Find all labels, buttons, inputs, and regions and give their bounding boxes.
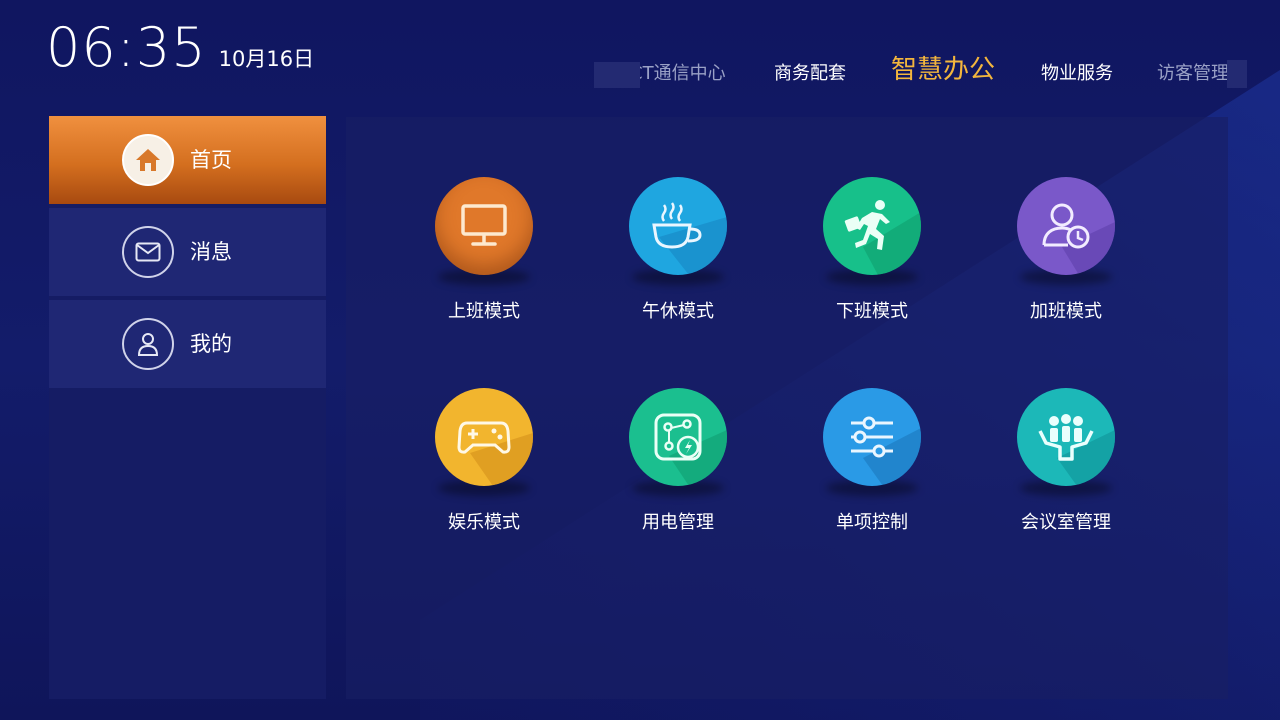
tile-lunch-break-mode[interactable]: 午休模式 [598,177,758,367]
sidebar-item-profile[interactable]: 我的 [49,300,326,388]
tile-overtime-mode[interactable]: 加班模式 [986,177,1146,367]
monitor-icon [435,177,533,275]
tile-meeting-room-management[interactable]: 会议室管理 [986,388,1146,578]
tile-off-work-mode[interactable]: 下班模式 [792,177,952,367]
tile-single-control[interactable]: 单项控制 [792,388,952,578]
clock: 06:35 10月16日 [46,16,314,79]
tile-power-management[interactable]: 用电管理 [598,388,758,578]
tile-label: 午休模式 [642,301,714,322]
tile-label: 用电管理 [642,512,714,533]
home-icon [122,134,174,186]
tab-visitor-management[interactable]: 访客管理 [1157,54,1229,94]
sidebar: 首页 消息 我的 [49,116,326,699]
sidebar-item-label: 消息 [190,240,232,264]
mail-icon [122,226,174,278]
tile-label: 下班模式 [836,301,908,322]
tile-entertainment-mode[interactable]: 娱乐模式 [404,388,564,578]
coffee-cup-icon [629,177,727,275]
user-icon [122,318,174,370]
tile-work-mode[interactable]: 上班模式 [404,177,564,367]
tab-ct-communication-center[interactable]: CT通信中心 [630,54,726,94]
nav-scroll-fade-right [1227,60,1247,88]
tile-label: 娱乐模式 [448,512,520,533]
sidebar-item-home[interactable]: 首页 [49,116,326,204]
main-panel: 上班模式 午休模式 下班模式 加班模式 娱乐模式 用电管理 单项控制 会议室管理 [346,117,1228,699]
meeting-icon [1017,388,1115,486]
gamepad-icon [435,388,533,486]
tile-label: 会议室管理 [1021,512,1111,533]
tile-label: 加班模式 [1030,301,1102,322]
nav-scroll-fade-left [594,62,640,88]
sidebar-item-messages[interactable]: 消息 [49,208,326,296]
tab-business-services[interactable]: 商务配套 [774,54,846,94]
tile-label: 上班模式 [448,301,520,322]
running-man-icon [823,177,921,275]
user-clock-icon [1017,177,1115,275]
tab-smart-office[interactable]: 智慧办公 [891,54,995,90]
sliders-icon [823,388,921,486]
sidebar-item-label: 首页 [190,148,232,172]
top-nav: CT通信中心 商务配套 智慧办公 物业服务 访客管理 [594,54,1247,94]
sidebar-item-label: 我的 [190,332,232,356]
tile-label: 单项控制 [836,512,908,533]
power-network-icon [629,388,727,486]
clock-date: 10月16日 [218,47,315,71]
clock-time: 06:35 [46,16,207,79]
tab-property-services[interactable]: 物业服务 [1041,54,1113,94]
